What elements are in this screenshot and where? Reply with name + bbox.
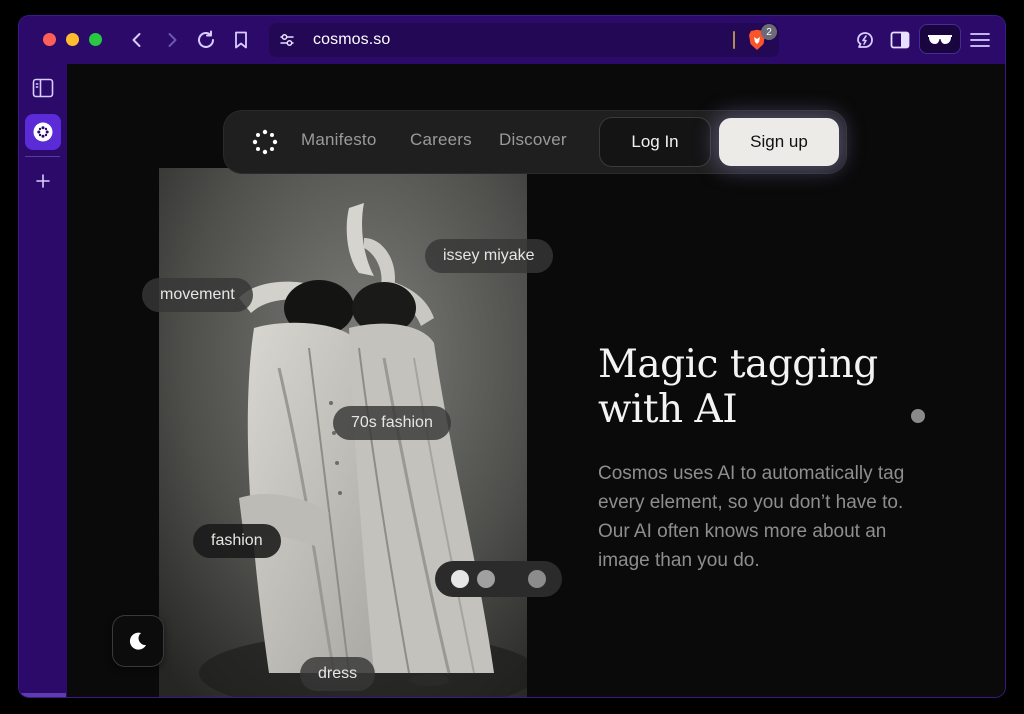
ai-tag[interactable]: 70s fashion	[333, 406, 451, 440]
reload-button[interactable]	[192, 26, 220, 54]
chevron-right-icon	[168, 33, 177, 47]
scroll-indicator-dot[interactable]	[911, 409, 925, 423]
shields-count-badge: 2	[761, 24, 777, 40]
back-button[interactable]	[123, 26, 151, 54]
bookmark-icon	[235, 31, 247, 49]
reload-icon	[198, 30, 214, 48]
site-settings-icon[interactable]	[279, 32, 295, 48]
browser-toolbar: cosmos.so 2	[19, 16, 1005, 64]
nav-link-manifesto[interactable]: Manifesto	[301, 130, 377, 150]
sidebar-panel-icon	[32, 78, 54, 98]
cosmos-logo-icon[interactable]	[252, 129, 278, 155]
theme-toggle-button[interactable]	[113, 616, 163, 666]
carousel-dot[interactable]	[528, 570, 546, 588]
sidebar-toggle-button[interactable]	[886, 26, 914, 54]
hero-description: Cosmos uses AI to automatically tag ever…	[598, 463, 905, 571]
sidebar-resize-handle[interactable]	[19, 693, 66, 697]
hero-headline-line: Magic tagging	[598, 342, 878, 387]
main-menu-button[interactable]	[966, 26, 994, 54]
sidebar-divider	[25, 156, 60, 157]
forward-button[interactable]	[158, 26, 186, 54]
close-window-button[interactable]	[43, 33, 56, 46]
private-window-button[interactable]	[920, 25, 960, 53]
leo-ai-icon	[857, 32, 873, 48]
log-in-button[interactable]: Log In	[600, 118, 710, 166]
nav-link-careers[interactable]: Careers	[410, 130, 472, 150]
url-text: cosmos.so	[313, 31, 391, 48]
address-bar[interactable]: cosmos.so	[269, 23, 779, 57]
glasses-icon	[928, 35, 952, 44]
ai-tag[interactable]: dress	[300, 657, 376, 691]
add-sidebar-item-button[interactable]	[25, 163, 61, 199]
ai-tag[interactable]: issey miyake	[425, 239, 553, 273]
carousel-dot[interactable]	[477, 570, 495, 588]
browser-window: cosmos.so 2 issey miyake movement 70s fa…	[19, 16, 1005, 697]
leo-ai-button[interactable]	[851, 26, 879, 54]
browser-sidebar	[19, 64, 66, 697]
carousel-dot[interactable]	[503, 570, 521, 588]
sidebar-panel-button[interactable]	[25, 70, 61, 106]
sidebar-item-cosmos[interactable]	[25, 114, 61, 150]
address-separator	[733, 31, 735, 49]
sidebar-panel-icon	[890, 31, 910, 49]
hero-headline-line: with AI	[598, 387, 738, 432]
carousel-pagination	[435, 561, 562, 597]
site-navigation: Manifesto Careers Discover Log In Sign u…	[224, 111, 846, 173]
moon-icon	[129, 632, 146, 650]
chevron-left-icon	[132, 33, 141, 47]
cosmos-favicon-icon	[33, 122, 53, 142]
ai-tag[interactable]: movement	[142, 278, 253, 312]
bookmark-button[interactable]	[227, 26, 255, 54]
sign-up-button[interactable]: Sign up	[719, 118, 839, 166]
minimize-window-button[interactable]	[66, 33, 79, 46]
nav-link-discover[interactable]: Discover	[499, 130, 567, 150]
hamburger-menu-icon	[970, 33, 990, 47]
ai-tag[interactable]: fashion	[193, 524, 281, 558]
carousel-dot[interactable]	[451, 570, 469, 588]
page-viewport: issey miyake movement 70s fashion fashio…	[67, 64, 1005, 697]
hero-headline: Magic tagging with AI	[598, 342, 958, 432]
maximize-window-button[interactable]	[89, 33, 102, 46]
plus-icon	[36, 174, 50, 188]
